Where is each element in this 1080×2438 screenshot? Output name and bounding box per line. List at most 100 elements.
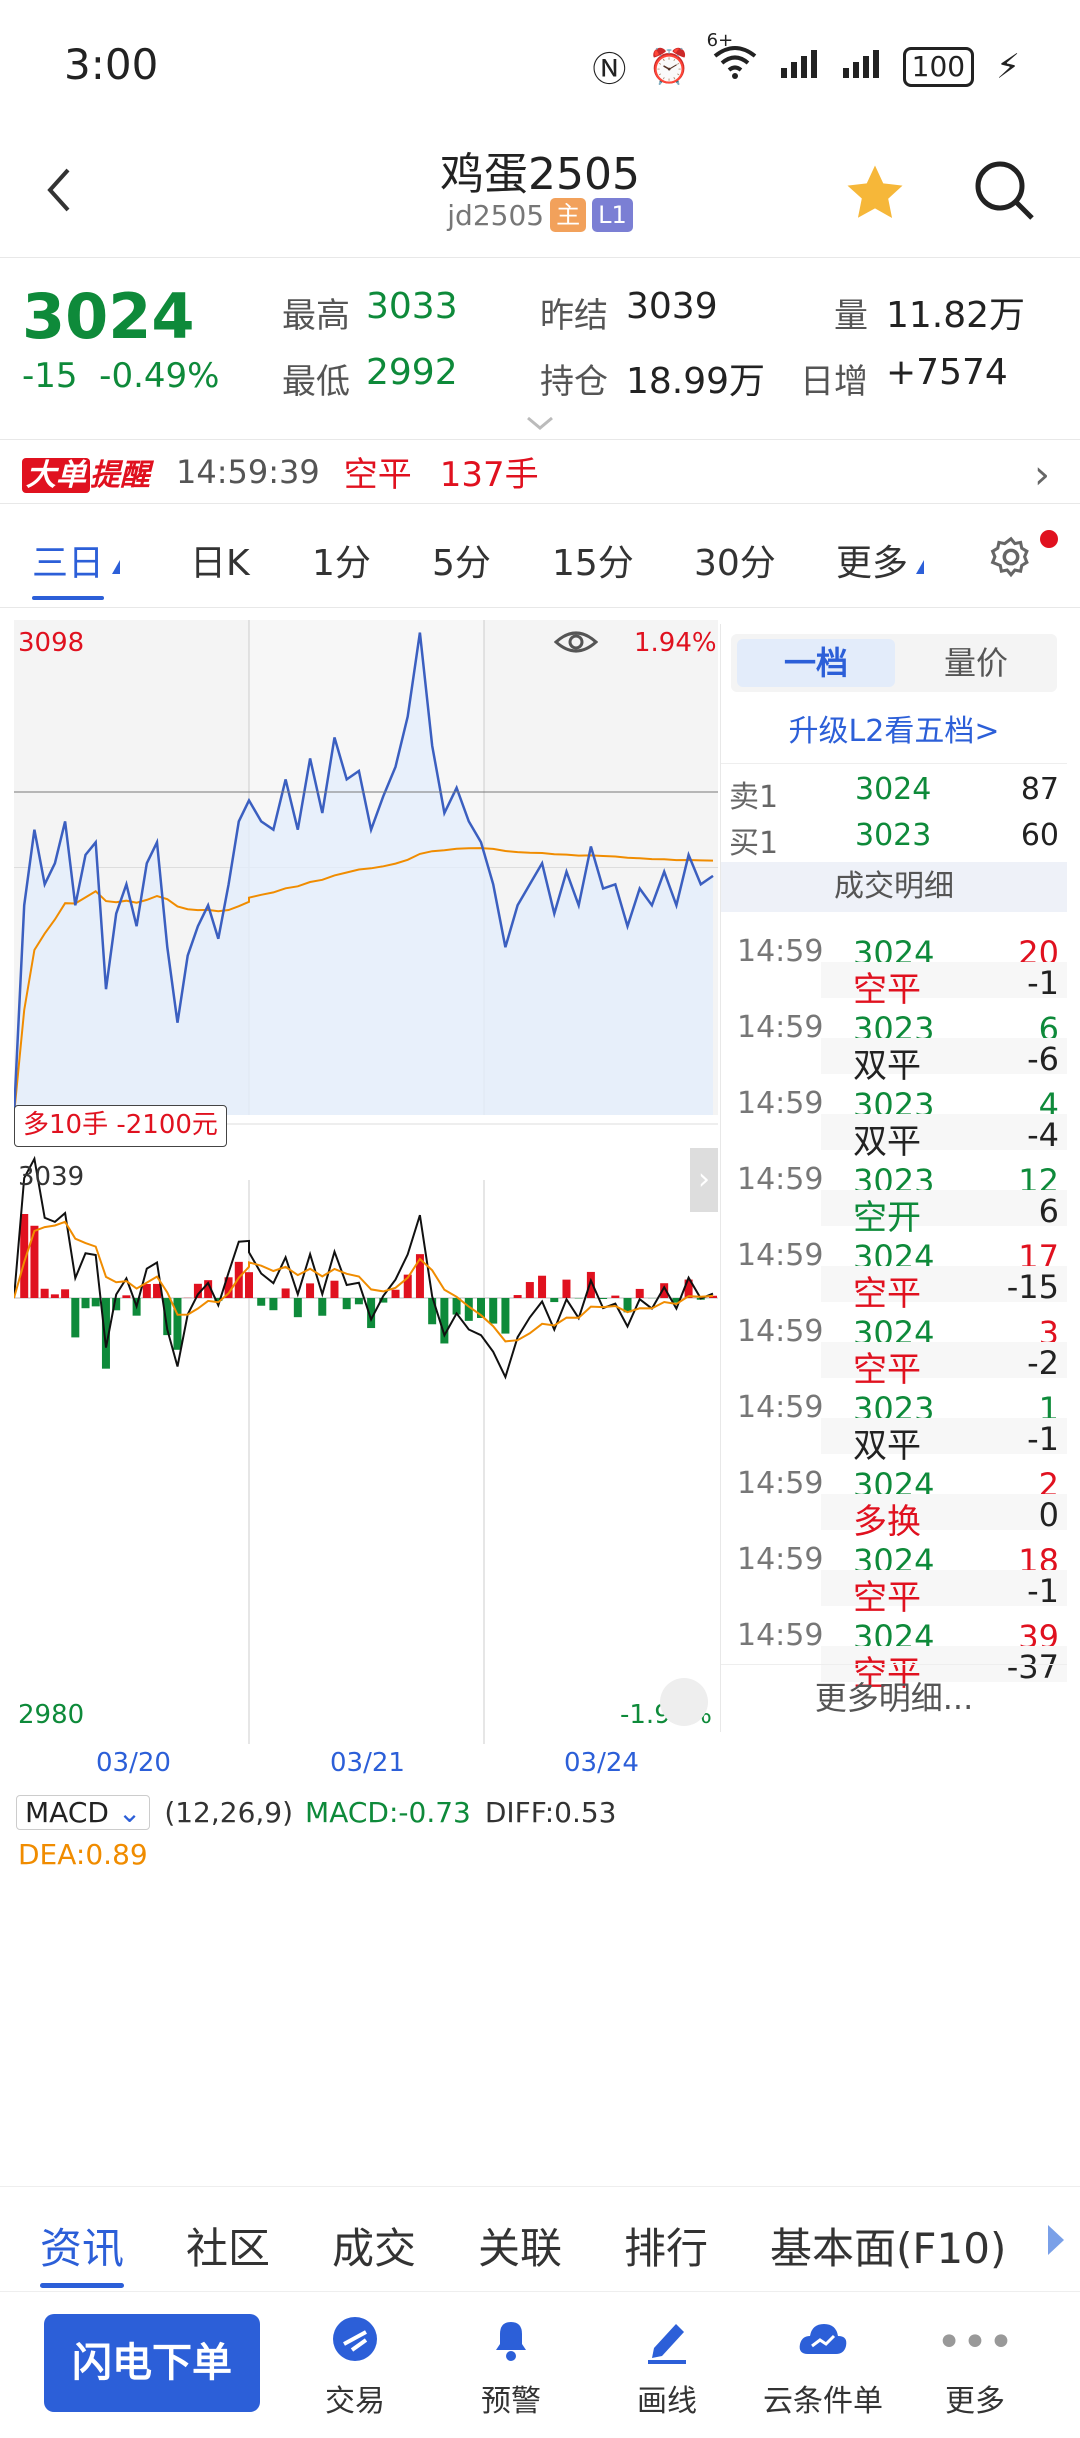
macd-bar bbox=[281, 1288, 290, 1298]
macd-bar bbox=[50, 1294, 59, 1298]
more-dots-icon: ••• bbox=[936, 2317, 1014, 2368]
quote-panel: 3024 -15 -0.49% 最高 3033 最低 2992 昨结 3039 … bbox=[0, 258, 1080, 440]
macd-bar bbox=[91, 1298, 100, 1307]
trade-delta: -1 bbox=[1027, 1572, 1059, 1610]
trade-detail-bg: 空平 -15 bbox=[821, 1266, 1067, 1314]
alert-button[interactable]: 预警 bbox=[446, 2314, 576, 2420]
upgrade-l2-link[interactable]: 升级L2看五档> bbox=[721, 700, 1067, 764]
diff-value: DIFF:0.53 bbox=[484, 1795, 617, 1829]
change-pct: -0.49% bbox=[99, 356, 220, 396]
eye-icon[interactable] bbox=[553, 624, 599, 664]
alert-time: 14:59:39 bbox=[176, 452, 320, 491]
trade-delta: -1 bbox=[1027, 964, 1059, 1002]
macd-bar bbox=[122, 1295, 131, 1298]
y-top-label: 3098 bbox=[18, 628, 85, 658]
high-label: 最高 bbox=[282, 296, 350, 336]
trade-row-detail: 空平 -1 bbox=[721, 962, 1067, 1010]
position-note[interactable]: 多10手 -2100元 bbox=[14, 1105, 227, 1147]
tab-15min[interactable]: 15分 bbox=[552, 534, 634, 586]
contract-code: jd2505 bbox=[447, 199, 545, 232]
status-icons: Ⓝ ⏰ 6+ 100 ⚡ bbox=[592, 30, 1020, 91]
tab-more[interactable]: 更多 bbox=[836, 534, 908, 586]
chart-svg bbox=[12, 620, 718, 1744]
trade-delta: -15 bbox=[1006, 1268, 1059, 1306]
trade-delta: 6 bbox=[1038, 1192, 1059, 1230]
main-contract-tag: 主 bbox=[550, 198, 587, 232]
macd-bar bbox=[550, 1298, 559, 1303]
macd-bar bbox=[61, 1289, 70, 1298]
macd-bar bbox=[173, 1298, 182, 1350]
macd-bar bbox=[391, 1289, 400, 1298]
tab-news[interactable]: 资讯 bbox=[40, 2215, 125, 2288]
macd-bar bbox=[562, 1279, 571, 1298]
price-change: -15 -0.49% bbox=[22, 356, 219, 396]
tab-1min[interactable]: 1分 bbox=[312, 534, 371, 586]
replay-icon[interactable] bbox=[660, 1678, 708, 1726]
chart-area[interactable]: 3098 3039 2980 1.94% -1.94% 多10手 -2100元 … bbox=[12, 620, 718, 1778]
macd-header: MACD ⌄ (12,26,9) MACD:-0.73 DIFF:0.53 bbox=[16, 1792, 617, 1832]
search-icon[interactable] bbox=[972, 158, 1038, 228]
more-detail-link[interactable]: 更多明细... bbox=[721, 1664, 1067, 1730]
tab-30min[interactable]: 30分 bbox=[694, 534, 776, 586]
daily-increase-value: +7574 bbox=[886, 352, 1008, 393]
tab-5min[interactable]: 5分 bbox=[432, 534, 491, 586]
last-price: 3024 bbox=[22, 280, 195, 353]
wifi-label: 6+ bbox=[706, 30, 734, 51]
macd-bar bbox=[40, 1288, 49, 1298]
tab-fundamentals[interactable]: 基本面(F10) bbox=[770, 2215, 1006, 2276]
bid-row: 买1 3023 60 bbox=[721, 814, 1067, 861]
tab-level1[interactable]: 一档 bbox=[737, 639, 895, 687]
trade-detail-header: 成交明细 bbox=[721, 862, 1067, 912]
macd-bar bbox=[306, 1283, 315, 1298]
macd-name: MACD bbox=[25, 1795, 109, 1829]
draw-line-label: 画线 bbox=[637, 2384, 697, 2419]
macd-bar bbox=[538, 1275, 547, 1298]
macd-bar bbox=[142, 1284, 151, 1298]
macd-bar bbox=[330, 1280, 339, 1298]
bid-label: 买1 bbox=[729, 826, 779, 861]
pen-icon bbox=[602, 2314, 732, 2372]
tab-related[interactable]: 关联 bbox=[478, 2215, 562, 2276]
flash-order-button[interactable]: 闪电下单 bbox=[44, 2314, 260, 2412]
star-icon[interactable] bbox=[842, 160, 908, 230]
position-note-text: 多10手 -2100元 bbox=[23, 1110, 218, 1140]
macd-selector[interactable]: MACD ⌄ bbox=[16, 1794, 151, 1830]
tab-deals[interactable]: 成交 bbox=[332, 2215, 416, 2276]
big-order-alert[interactable]: 大单 提醒 14:59:39 空平 137手 › bbox=[0, 440, 1080, 504]
side-segment: 一档 量价 bbox=[731, 634, 1057, 692]
contract-subtitle: jd2505 主 L1 bbox=[0, 198, 1080, 232]
scroll-right-icon[interactable] bbox=[1044, 2223, 1068, 2261]
draw-line-button[interactable]: 画线 bbox=[602, 2314, 732, 2420]
low-label: 最低 bbox=[282, 362, 350, 402]
bid-volume: 60 bbox=[1020, 818, 1059, 853]
side-collapse-handle[interactable]: › bbox=[690, 1148, 718, 1212]
trade-label: 交易 bbox=[325, 2384, 385, 2419]
cloud-order-icon bbox=[758, 2314, 888, 2372]
macd-bar bbox=[635, 1288, 644, 1298]
macd-bar bbox=[234, 1261, 243, 1298]
settings-gear-icon[interactable] bbox=[988, 534, 1034, 584]
tab-ranking[interactable]: 排行 bbox=[624, 2215, 708, 2276]
low-value: 2992 bbox=[366, 352, 458, 393]
info-tabs: 资讯 社区 成交 关联 排行 基本面(F10) bbox=[0, 2186, 1080, 2292]
cloud-order-button[interactable]: 云条件单 bbox=[758, 2314, 888, 2420]
expand-chevron-icon[interactable] bbox=[524, 414, 556, 438]
chevron-down-icon: ⌄ bbox=[117, 1795, 142, 1829]
tab-volume-price[interactable]: 量价 bbox=[901, 639, 1051, 687]
trade-row-detail: 多换 0 bbox=[721, 1494, 1067, 1542]
tab-three-day[interactable]: 三日 bbox=[32, 534, 105, 600]
tab-daily-k[interactable]: 日K bbox=[190, 534, 250, 586]
tab-community[interactable]: 社区 bbox=[186, 2215, 270, 2276]
trade-button[interactable]: 交易 bbox=[290, 2314, 420, 2420]
signal-icon-1 bbox=[779, 47, 819, 87]
more-button[interactable]: ••• 更多 bbox=[910, 2314, 1040, 2420]
cloud-order-label: 云条件单 bbox=[763, 2384, 883, 2419]
alert-badge-b: 提醒 bbox=[90, 457, 150, 493]
chevron-right-icon[interactable]: › bbox=[1034, 452, 1050, 498]
open-interest-value: 18.99万 bbox=[626, 361, 766, 402]
macd-value: MACD:-0.73 bbox=[305, 1795, 471, 1829]
dropdown-corner-icon bbox=[112, 560, 120, 574]
volume-label: 量 bbox=[834, 296, 868, 336]
high-value: 3033 bbox=[366, 286, 458, 327]
macd-bar bbox=[71, 1298, 80, 1338]
